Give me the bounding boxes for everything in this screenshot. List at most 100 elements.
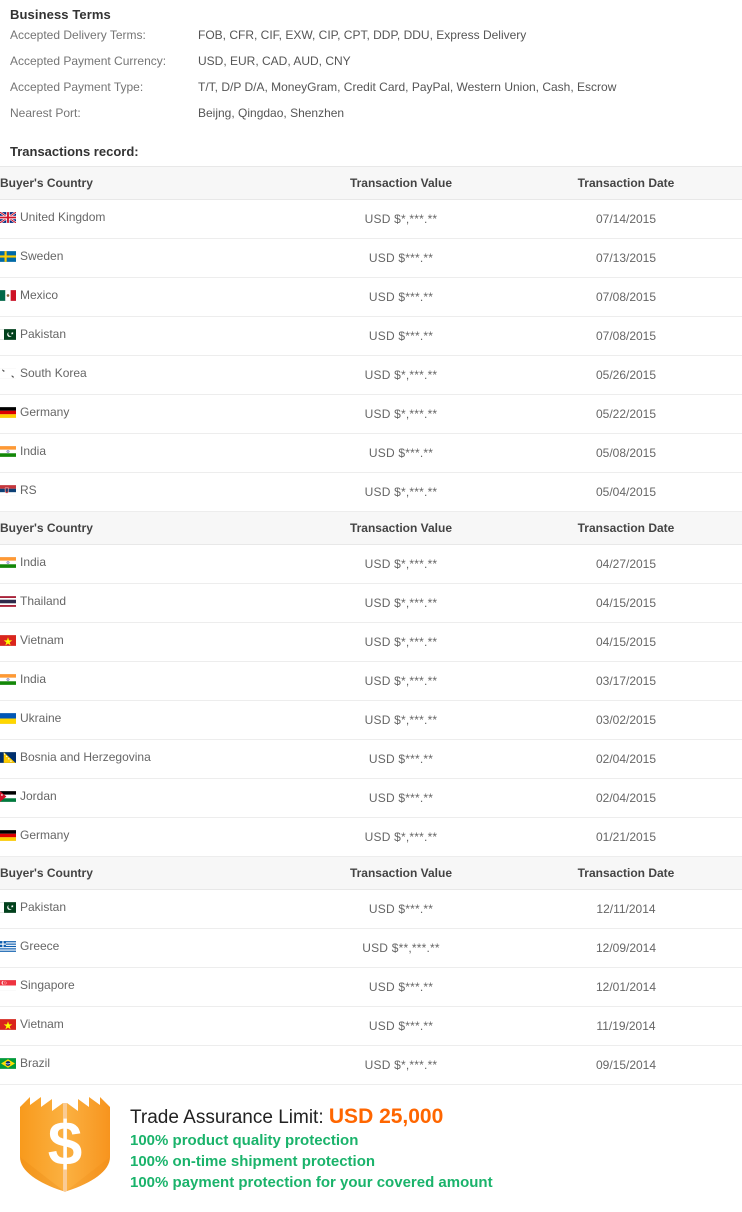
- cell-transaction-date: 04/15/2015: [510, 583, 742, 623]
- cell-transaction-value: USD $*,***.**: [292, 583, 510, 623]
- cell-transaction-date: 02/04/2015: [510, 739, 742, 779]
- column-header-country: Buyer's Country: [0, 166, 292, 200]
- country-label: Greece: [20, 939, 60, 953]
- cell-transaction-value: USD $*,***.**: [292, 661, 510, 701]
- flag-icon-vn: [0, 635, 16, 646]
- country-label: United Kingdom: [20, 210, 106, 224]
- trade-assurance-benefit-3: 100% payment protection for your covered…: [130, 1174, 493, 1191]
- cell-country: Brazil: [0, 1045, 292, 1085]
- cell-country: Ukraine: [0, 700, 292, 740]
- flag-icon-ua: [0, 713, 16, 724]
- table-row: Greece USD $**,***.** 12/09/2014: [0, 928, 742, 968]
- column-header-date: Transaction Date: [510, 856, 742, 890]
- flag-icon-in: [0, 557, 16, 568]
- table-row: RS USD $*,***.** 05/04/2015: [0, 472, 742, 512]
- flag-icon-rs: [0, 485, 16, 496]
- business-term-label: Accepted Delivery Terms:: [10, 28, 146, 42]
- cell-transaction-date: 12/01/2014: [510, 967, 742, 1007]
- table-row: India USD $***.** 05/08/2015: [0, 433, 742, 473]
- cell-transaction-date: 03/02/2015: [510, 700, 742, 740]
- flag-icon-br: [0, 1058, 16, 1069]
- cell-transaction-value: USD $***.**: [292, 778, 510, 818]
- flag-icon-ba: [0, 752, 16, 763]
- business-term-row: Nearest Port: Beijng, Qingdao, Shenzhen: [0, 106, 742, 132]
- business-term-value: T/T, D/P D/A, MoneyGram, Credit Card, Pa…: [198, 80, 617, 94]
- table-row: Brazil USD $*,***.** 09/15/2014: [0, 1045, 742, 1085]
- cell-transaction-value: USD $*,***.**: [292, 472, 510, 512]
- trade-assurance-benefit-2: 100% on-time shipment protection: [130, 1153, 376, 1170]
- country-label: Bosnia and Herzegovina: [20, 750, 151, 764]
- business-term-row: Accepted Payment Currency: USD, EUR, CAD,…: [0, 54, 742, 80]
- business-term-value: FOB, CFR, CIF, EXW, CIP, CPT, DDP, DDU, …: [198, 28, 527, 42]
- flag-icon-pk: [0, 329, 16, 340]
- country-label: Ukraine: [20, 711, 62, 725]
- flag-icon-gr: [0, 941, 16, 952]
- country-label: Vietnam: [20, 1017, 64, 1031]
- country-label: Mexico: [20, 288, 59, 302]
- table-row: Mexico USD $***.** 07/08/2015: [0, 277, 742, 317]
- cell-transaction-value: USD $***.**: [292, 277, 510, 317]
- cell-transaction-date: 12/09/2014: [510, 928, 742, 968]
- cell-country: Sweden: [0, 238, 292, 278]
- cell-transaction-value: USD $*,***.**: [292, 394, 510, 434]
- country-label: Singapore: [20, 978, 75, 992]
- business-terms-list: Accepted Delivery Terms: FOB, CFR, CIF, E…: [0, 28, 742, 136]
- country-label: Jordan: [20, 789, 57, 803]
- country-label: Germany: [20, 405, 70, 419]
- flag-icon-se: [0, 251, 16, 262]
- table-row: India USD $*,***.** 04/27/2015: [0, 544, 742, 584]
- cell-transaction-date: 05/26/2015: [510, 355, 742, 395]
- trade-assurance-limit: Trade Assurance Limit: USD 25,000: [130, 1105, 493, 1130]
- table-row: India USD $*,***.** 03/17/2015: [0, 661, 742, 701]
- cell-country: Vietnam: [0, 622, 292, 662]
- flag-icon-vn: [0, 1019, 16, 1030]
- cell-transaction-value: USD $*,***.**: [292, 700, 510, 740]
- cell-transaction-date: 02/04/2015: [510, 778, 742, 818]
- business-term-value: USD, EUR, CAD, AUD, CNY: [198, 54, 351, 68]
- table-row: Germany USD $*,***.** 05/22/2015: [0, 394, 742, 434]
- cell-transaction-value: USD $***.**: [292, 889, 510, 929]
- flag-icon-th: [0, 596, 16, 607]
- table-row: South Korea USD $*,***.** 05/26/2015: [0, 355, 742, 395]
- table-row: Germany USD $*,***.** 01/21/2015: [0, 817, 742, 857]
- cell-country: Pakistan: [0, 889, 292, 929]
- cell-transaction-date: 12/11/2014: [510, 889, 742, 929]
- trade-assurance-limit-amount: USD 25,000: [328, 1105, 444, 1128]
- table-row: United Kingdom USD $*,***.** 07/14/2015: [0, 199, 742, 239]
- cell-transaction-date: 07/13/2015: [510, 238, 742, 278]
- flag-icon-de: [0, 830, 16, 841]
- column-header-value: Transaction Value: [292, 166, 510, 200]
- column-header-date: Transaction Date: [510, 166, 742, 200]
- table-row: Bosnia and Herzegovina USD $***.** 02/04/2…: [0, 739, 742, 779]
- column-header-value: Transaction Value: [292, 856, 510, 890]
- cell-transaction-date: 03/17/2015: [510, 661, 742, 701]
- country-label: Germany: [20, 828, 70, 842]
- cell-country: South Korea: [0, 355, 292, 395]
- business-terms-title: Business Terms: [10, 7, 111, 22]
- cell-country: India: [0, 544, 292, 584]
- cell-transaction-value: USD $*,***.**: [292, 544, 510, 584]
- cell-transaction-date: 11/19/2014: [510, 1006, 742, 1046]
- flag-icon-sg: [0, 980, 16, 991]
- cell-transaction-date: 09/15/2014: [510, 1045, 742, 1085]
- business-term-label: Accepted Payment Currency:: [10, 54, 167, 68]
- cell-transaction-date: 07/08/2015: [510, 316, 742, 356]
- cell-transaction-value: USD $***.**: [292, 739, 510, 779]
- transactions-section: Transactions record: Buyer's Country Tran…: [0, 136, 742, 1085]
- business-term-row: Accepted Payment Type: T/T, D/P D/A, Mone…: [0, 80, 742, 106]
- cell-transaction-value: USD $*,***.**: [292, 817, 510, 857]
- country-label: India: [20, 555, 47, 569]
- country-label: Sweden: [20, 249, 64, 263]
- trade-assurance-shield-icon: $: [10, 1095, 120, 1195]
- cell-country: Greece: [0, 928, 292, 968]
- trade-assurance-banner[interactable]: $ Trade Assurance Limit: USD 25,000 100%…: [0, 1095, 742, 1195]
- cell-transaction-date: 05/22/2015: [510, 394, 742, 434]
- cell-transaction-date: 05/08/2015: [510, 433, 742, 473]
- flag-icon-gb: [0, 212, 16, 223]
- cell-transaction-value: USD $***.**: [292, 316, 510, 356]
- cell-country: India: [0, 433, 292, 473]
- column-header-country: Buyer's Country: [0, 511, 292, 545]
- column-header-country: Buyer's Country: [0, 856, 292, 890]
- cell-transaction-date: 07/08/2015: [510, 277, 742, 317]
- cell-transaction-value: USD $**,***.**: [292, 928, 510, 968]
